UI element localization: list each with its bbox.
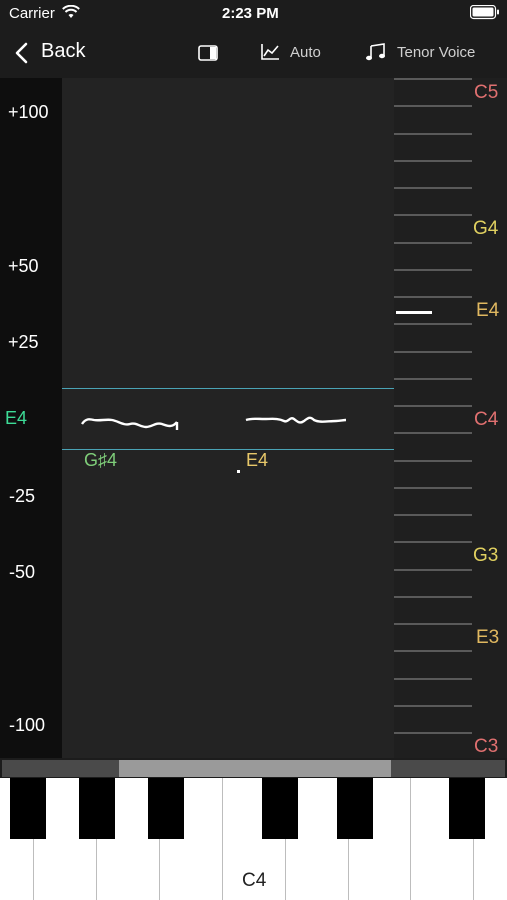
back-button[interactable]: Back <box>12 38 102 68</box>
c4-key-label: C4 <box>242 870 267 891</box>
pitch-dot <box>237 470 240 473</box>
chart-line-icon <box>261 44 279 60</box>
note-scale-tick <box>394 732 472 734</box>
note-scale-tick <box>394 487 472 489</box>
note-scale-tick <box>394 705 472 707</box>
cents-scale: +100 +50 +25 E4 -25 -50 -100 <box>0 78 62 758</box>
cents-label-plus100: +100 <box>8 102 49 122</box>
note-scale-tick <box>394 351 472 353</box>
voice-label: Tenor Voice <box>397 44 476 61</box>
note-label-e3: E3 <box>476 627 500 648</box>
note-scale: C5 G4 E4 C4 G3 E3 C3 <box>394 78 507 758</box>
note-scale-tick <box>394 432 472 434</box>
current-note-label: E4 <box>5 408 28 428</box>
note-label-c5: C5 <box>474 82 499 103</box>
status-bar: Carrier 2:23 PM <box>0 0 507 28</box>
scrollbar-thumb[interactable] <box>119 760 391 777</box>
pitch-trace-segment <box>245 416 347 424</box>
piano-black-key[interactable] <box>262 778 298 839</box>
detected-note-label: E4 <box>246 450 269 470</box>
note-scale-tick <box>394 541 472 543</box>
piano-black-key[interactable] <box>10 778 46 839</box>
carrier-label: Carrier <box>9 5 55 22</box>
nav-bar: Back Auto Tenor Voice <box>0 28 507 78</box>
music-notes-icon <box>366 43 385 61</box>
note-scale-tick <box>394 650 472 652</box>
piano-black-key[interactable] <box>148 778 184 839</box>
wifi-icon <box>62 5 80 18</box>
sidebar-toggle-icon[interactable] <box>198 45 218 61</box>
piano-black-key[interactable] <box>449 778 485 839</box>
note-scale-tick <box>394 623 472 625</box>
detected-note-label: G♯4 <box>84 450 118 470</box>
note-label-g4: G4 <box>473 218 499 239</box>
cents-label-minus25: -25 <box>9 486 36 506</box>
note-scale-tick <box>394 378 472 380</box>
note-scale-tick <box>394 678 472 680</box>
note-scale-tick <box>394 105 472 107</box>
note-scale-tick <box>394 460 472 462</box>
note-label-c3: C3 <box>474 736 499 757</box>
clock: 2:23 PM <box>222 5 279 22</box>
piano-keyboard[interactable]: C4 <box>0 778 507 900</box>
note-scale-tick <box>394 269 472 271</box>
note-label-e4: E4 <box>476 300 500 321</box>
note-scale-tick <box>394 160 472 162</box>
chevron-left-icon <box>15 42 28 64</box>
auto-label: Auto <box>290 44 321 61</box>
upper-tolerance-line <box>62 388 394 389</box>
note-scale-tick <box>394 187 472 189</box>
cents-label-minus50: -50 <box>9 562 36 582</box>
cents-label-minus100: -100 <box>9 715 46 735</box>
note-label-c4: C4 <box>474 409 499 430</box>
note-scale-tick <box>394 596 472 598</box>
note-scale-tick <box>394 133 472 135</box>
pitch-graph: G♯4 E4 <box>62 78 394 758</box>
piano-black-key[interactable] <box>79 778 115 839</box>
note-label-g3: G3 <box>473 545 499 566</box>
note-scale-tick <box>394 569 472 571</box>
piano-black-key[interactable] <box>337 778 373 839</box>
voice-selector-button[interactable]: Tenor Voice <box>364 40 504 66</box>
pitch-trace-segment <box>81 418 179 430</box>
keyboard-scrollbar[interactable] <box>2 760 505 777</box>
note-scale-tick <box>394 296 472 298</box>
battery-icon <box>470 5 499 20</box>
note-scale-tick <box>394 214 472 216</box>
auto-button[interactable]: Auto <box>259 40 329 66</box>
current-pitch-marker <box>396 311 432 314</box>
note-scale-tick <box>394 405 472 407</box>
note-scale-tick <box>394 242 472 244</box>
note-scale-tick <box>394 78 472 80</box>
note-scale-tick <box>394 323 472 325</box>
note-scale-tick <box>394 514 472 516</box>
cents-label-plus50: +50 <box>8 256 39 276</box>
cents-label-plus25: +25 <box>8 332 39 352</box>
back-label: Back <box>41 40 86 62</box>
